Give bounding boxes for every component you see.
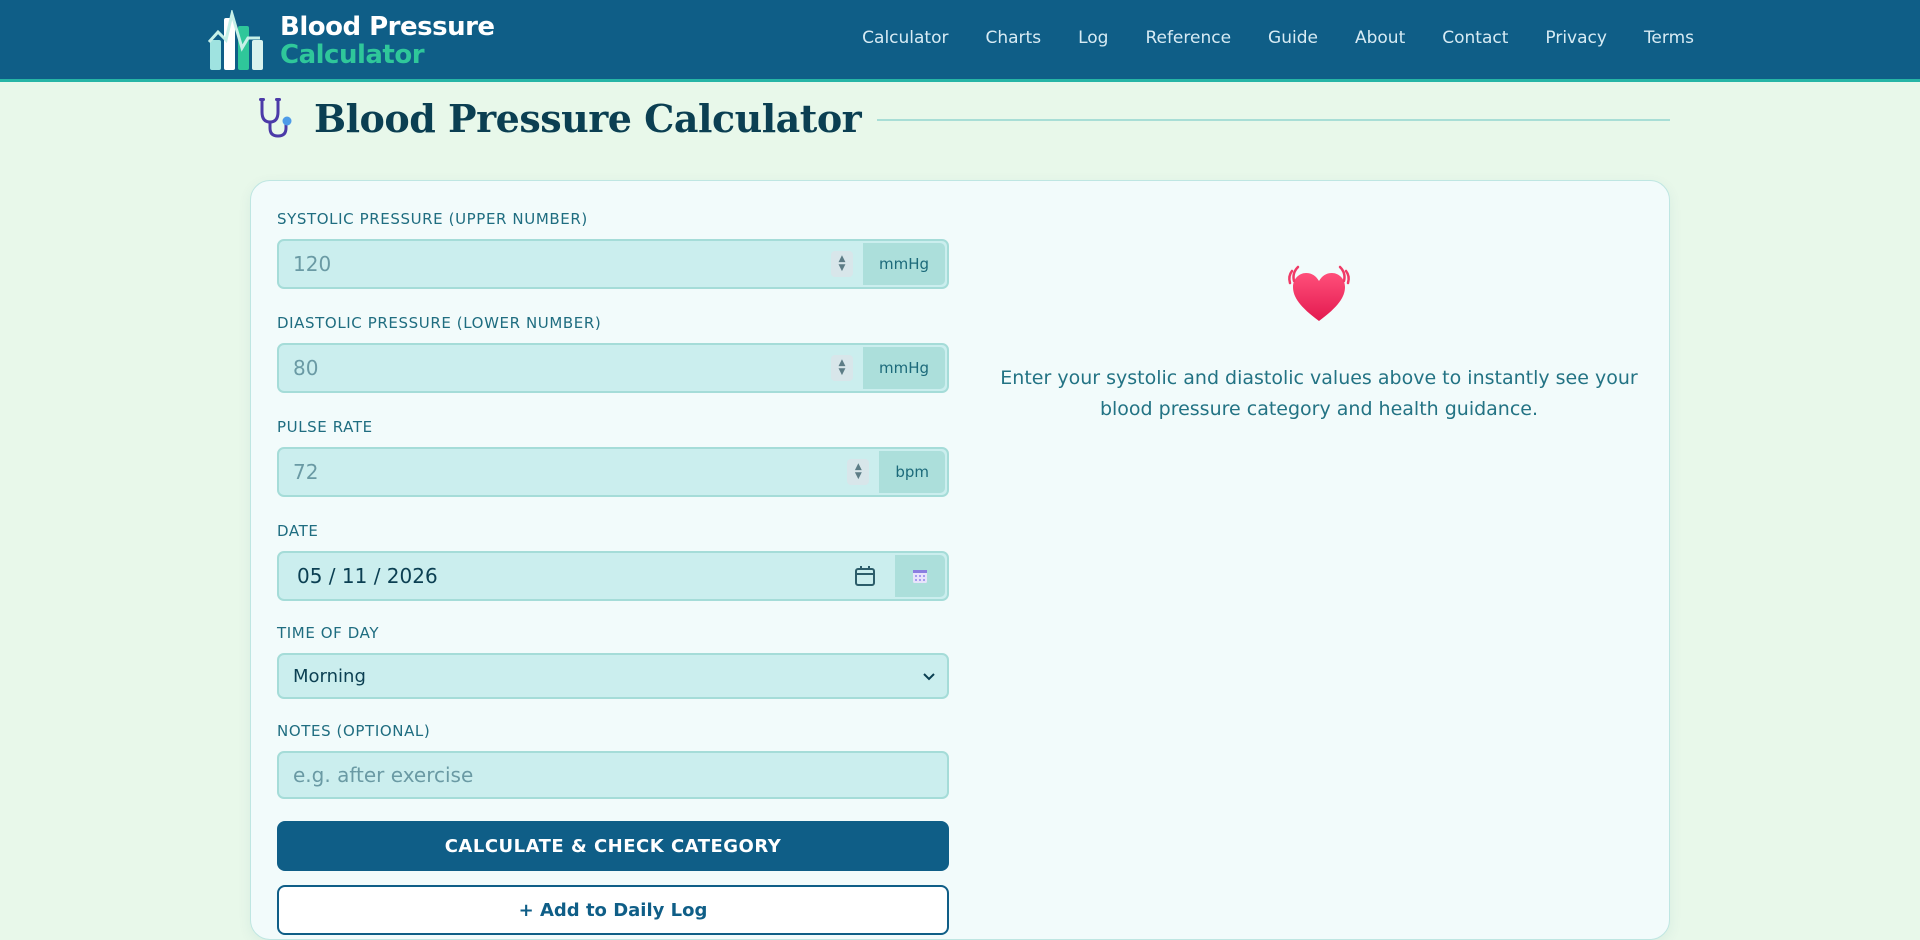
calculator-card: SYSTOLIC PRESSURE (UPPER NUMBER) ▲ ▼ mmH… — [250, 180, 1670, 940]
nav-charts[interactable]: Charts — [985, 28, 1041, 48]
beating-heart-icon — [1288, 265, 1350, 321]
top-navigation-bar: Blood Pressure Calculator Calculator Cha… — [0, 0, 1920, 82]
systolic-unit: mmHg — [862, 243, 945, 285]
nav-log[interactable]: Log — [1078, 28, 1108, 48]
date-field[interactable]: 05 / 11 / 2026 — [277, 551, 949, 601]
result-panel: Enter your systolic and diastolic values… — [999, 261, 1639, 425]
diastolic-label: DIASTOLIC PRESSURE (LOWER NUMBER) — [277, 314, 602, 332]
time-of-day-select[interactable]: Morning — [277, 653, 949, 699]
pulse-label: PULSE RATE — [277, 418, 373, 436]
notes-input[interactable] — [279, 753, 947, 797]
stepper-down-icon: ▼ — [838, 367, 846, 377]
stepper-down-icon: ▼ — [838, 263, 846, 273]
nav-terms[interactable]: Terms — [1644, 28, 1694, 48]
notes-field — [277, 751, 949, 799]
pulse-field: ▲ ▼ bpm — [277, 447, 949, 497]
date-value[interactable]: 05 / 11 / 2026 — [279, 564, 853, 588]
pulse-stepper[interactable]: ▲ ▼ — [847, 459, 870, 485]
pulse-unit: bpm — [879, 451, 945, 493]
calendar-icon[interactable] — [853, 564, 877, 588]
stepper-down-icon: ▼ — [854, 471, 862, 481]
systolic-field: ▲ ▼ mmHg — [277, 239, 949, 289]
calculate-button[interactable]: CALCULATE & CHECK CATEGORY — [277, 821, 949, 871]
diastolic-input[interactable] — [279, 345, 831, 391]
date-label: DATE — [277, 522, 319, 540]
add-to-log-button[interactable]: + Add to Daily Log — [277, 885, 949, 935]
nav-privacy[interactable]: Privacy — [1545, 28, 1607, 48]
nav-about[interactable]: About — [1355, 28, 1405, 48]
brand-name-line2: Calculator — [280, 40, 425, 70]
nav-guide[interactable]: Guide — [1268, 28, 1318, 48]
result-placeholder-message: Enter your systolic and diastolic values… — [1000, 367, 1638, 420]
notes-label: NOTES (OPTIONAL) — [277, 722, 431, 740]
systolic-label: SYSTOLIC PRESSURE (UPPER NUMBER) — [277, 210, 588, 228]
diastolic-unit: mmHg — [862, 347, 945, 389]
page-title-row: Blood Pressure Calculator — [254, 95, 1670, 141]
time-of-day-value: Morning — [293, 665, 366, 687]
nav-calculator[interactable]: Calculator — [862, 28, 948, 48]
bar-chart-logo-icon — [208, 10, 263, 70]
title-divider — [877, 119, 1670, 121]
systolic-input[interactable] — [279, 241, 831, 287]
pulse-input[interactable] — [279, 449, 848, 495]
nav-reference[interactable]: Reference — [1145, 28, 1231, 48]
main-nav: Calculator Charts Log Reference Guide Ab… — [825, 28, 1694, 48]
page-title: Blood Pressure Calculator — [314, 95, 862, 141]
chevron-down-icon — [923, 673, 935, 681]
bp-form: SYSTOLIC PRESSURE (UPPER NUMBER) ▲ ▼ mmH… — [277, 209, 949, 935]
systolic-stepper[interactable]: ▲ ▼ — [830, 251, 853, 277]
brand-name-line1: Blood Pressure — [280, 12, 495, 42]
diastolic-stepper[interactable]: ▲ ▼ — [830, 355, 853, 381]
stethoscope-icon — [259, 98, 292, 138]
calendar-grid-icon — [913, 570, 927, 583]
diastolic-field: ▲ ▼ mmHg — [277, 343, 949, 393]
brand[interactable]: Blood Pressure Calculator — [208, 10, 495, 72]
nav-contact[interactable]: Contact — [1442, 28, 1508, 48]
calendar-picker-button[interactable] — [895, 555, 945, 597]
time-of-day-label: TIME OF DAY — [277, 624, 380, 642]
